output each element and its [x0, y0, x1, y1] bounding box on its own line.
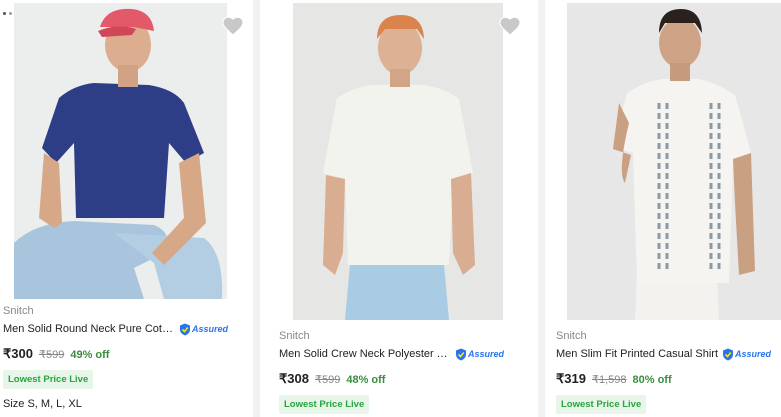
product-title[interactable]: Men Solid Crew Neck Polyester T-Shirt — [279, 347, 451, 361]
product-mrp: ₹599 — [314, 374, 341, 386]
assured-shield-icon — [723, 348, 733, 360]
product-card[interactable]: Snitch Men Solid Round Neck Pure Cotton … — [0, 0, 253, 417]
product-discount: 48% off — [346, 374, 386, 386]
carousel-dot — [9, 12, 12, 15]
product-card[interactable]: Snitch Men Slim Fit Printed Casual Shirt… — [545, 0, 781, 417]
product-brand: Snitch — [3, 305, 34, 317]
assured-label: Assured — [192, 324, 229, 334]
assured-badge: Assured — [455, 348, 504, 361]
product-brand: Snitch — [556, 330, 587, 342]
assured-badge: Assured — [179, 323, 228, 336]
lowest-price-badge: Lowest Price Live — [279, 395, 370, 414]
product-image[interactable] — [293, 3, 503, 320]
image-carousel-dots — [3, 12, 12, 15]
product-sizes: Size S, M, L, XL — [3, 398, 82, 410]
product-title[interactable]: Men Solid Round Neck Pure Cotton T-Shirt — [3, 322, 175, 336]
product-info: Snitch Men Solid Crew Neck Polyester T-S… — [260, 329, 538, 414]
product-info: Snitch Men Solid Round Neck Pure Cotton … — [0, 304, 253, 410]
product-brand: Snitch — [279, 330, 310, 342]
assured-shield-icon — [180, 323, 190, 335]
lowest-price-badge: Lowest Price Live — [556, 395, 647, 414]
product-title[interactable]: Men Slim Fit Printed Casual Shirt — [556, 347, 718, 361]
lowest-price-badge: Lowest Price Live — [3, 370, 94, 389]
product-card[interactable]: Snitch Men Solid Crew Neck Polyester T-S… — [260, 0, 538, 417]
assured-badge: Assured — [722, 348, 771, 361]
assured-label: Assured — [468, 349, 505, 359]
product-grid: Snitch Men Solid Round Neck Pure Cotton … — [0, 0, 781, 417]
product-discount: 80% off — [632, 374, 672, 386]
product-image[interactable] — [14, 3, 227, 299]
product-discount: 49% off — [70, 349, 110, 361]
product-price: ₹319 — [556, 371, 586, 386]
product-image[interactable] — [567, 3, 781, 320]
assured-shield-icon — [456, 348, 466, 360]
product-price: ₹308 — [279, 371, 309, 386]
product-price: ₹300 — [3, 346, 33, 361]
assured-label: Assured — [735, 349, 772, 359]
carousel-dot — [3, 12, 6, 15]
wishlist-heart-icon[interactable] — [221, 14, 245, 38]
product-mrp: ₹1,598 — [591, 374, 627, 386]
product-info: Snitch Men Slim Fit Printed Casual Shirt… — [545, 329, 781, 414]
product-mrp: ₹599 — [38, 349, 65, 361]
wishlist-heart-icon[interactable] — [498, 14, 522, 38]
